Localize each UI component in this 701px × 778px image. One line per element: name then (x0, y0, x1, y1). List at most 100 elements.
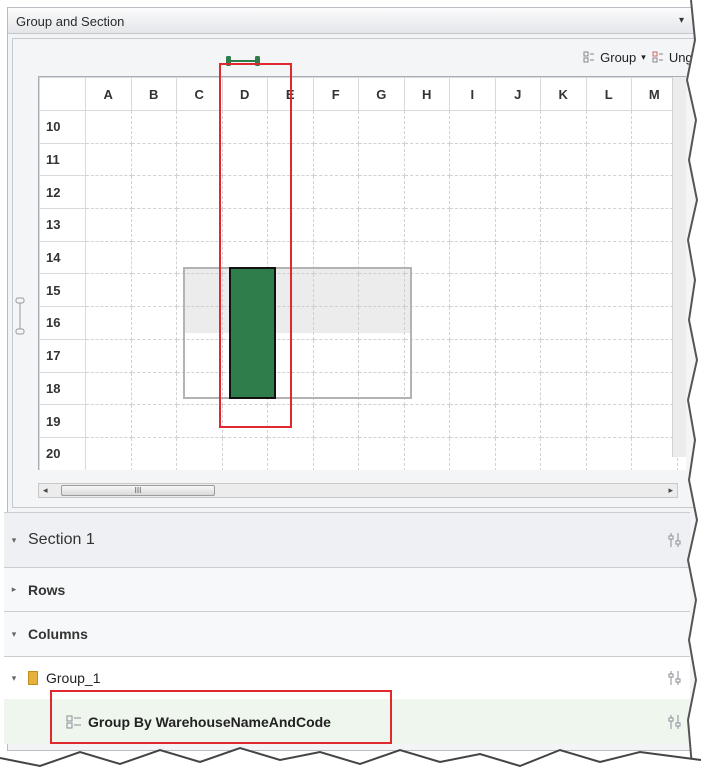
grid-cell[interactable] (585, 240, 632, 275)
row-header[interactable]: 10 (39, 110, 86, 144)
grid-cell[interactable] (312, 371, 359, 406)
grid-cell[interactable] (631, 240, 678, 275)
grid-cell[interactable] (130, 142, 177, 177)
grid-cell[interactable] (312, 404, 359, 438)
grid-cell[interactable] (312, 142, 359, 177)
column-header[interactable]: E (267, 77, 314, 111)
grid-cell[interactable] (449, 142, 496, 177)
grid-cell[interactable] (449, 208, 496, 242)
grid-cell[interactable] (85, 371, 132, 406)
row-header[interactable]: 11 (39, 142, 86, 177)
row-header[interactable]: 14 (39, 240, 86, 275)
grid-cell[interactable] (267, 110, 314, 144)
expand-arrow-icon[interactable]: ▾ (4, 535, 24, 546)
grid-cell[interactable] (221, 404, 268, 438)
grid-cell[interactable] (176, 273, 223, 308)
spreadsheet-grid[interactable]: A B C D E F G H I J K L M 10 11 12 13 14 15 16… (38, 76, 686, 470)
grid-cell[interactable] (449, 436, 496, 470)
grid-cell[interactable] (176, 404, 223, 438)
grid-cell[interactable] (85, 338, 132, 373)
column-header[interactable]: J (494, 77, 541, 111)
grid-cell[interactable] (540, 240, 587, 275)
grid-cell[interactable] (494, 371, 541, 406)
grid-cell[interactable] (585, 404, 632, 438)
grid-cell[interactable] (631, 110, 678, 144)
grid-cell[interactable] (631, 273, 678, 308)
column-group-handle-icon[interactable] (223, 53, 263, 69)
grid-cell[interactable] (130, 208, 177, 242)
grid-cell[interactable] (631, 175, 678, 210)
column-header[interactable]: M (631, 77, 678, 111)
grid-cell[interactable] (176, 436, 223, 470)
grid-cell[interactable] (85, 273, 132, 308)
grid-cell[interactable] (494, 142, 541, 177)
grid-cell[interactable] (631, 404, 678, 438)
grid-cell[interactable] (540, 338, 587, 373)
row-header[interactable]: 17 (39, 338, 86, 373)
grid-cell[interactable] (403, 142, 450, 177)
column-header[interactable]: A (85, 77, 132, 111)
grid-cell[interactable] (358, 208, 405, 242)
grid-cell[interactable] (358, 436, 405, 470)
grid-cell[interactable] (312, 208, 359, 242)
grid-cell[interactable] (176, 142, 223, 177)
grid-cell[interactable] (358, 404, 405, 438)
grid-cell[interactable] (403, 175, 450, 210)
grid-cell[interactable] (312, 240, 359, 275)
grid-cell[interactable] (449, 404, 496, 438)
grid-cell[interactable] (449, 110, 496, 144)
grid-cell[interactable] (85, 142, 132, 177)
grid-cell[interactable] (130, 371, 177, 406)
grid-cell[interactable] (494, 338, 541, 373)
grid-cell[interactable] (585, 306, 632, 340)
grid-cell[interactable] (540, 306, 587, 340)
grid-cell[interactable] (130, 436, 177, 470)
grid-cell[interactable] (176, 338, 223, 373)
group-node[interactable]: ▾ Group_1 (4, 657, 690, 699)
grid-cell[interactable] (312, 436, 359, 470)
grid-cell[interactable] (585, 110, 632, 144)
grid-cell[interactable] (540, 110, 587, 144)
grid-cell[interactable] (449, 306, 496, 340)
grid-cell[interactable] (267, 175, 314, 210)
row-header[interactable]: 13 (39, 208, 86, 242)
grid-cell[interactable] (494, 404, 541, 438)
grid-cell[interactable] (403, 208, 450, 242)
grid-cell[interactable] (494, 110, 541, 144)
grid-cell[interactable] (358, 306, 405, 340)
column-header[interactable]: B (130, 77, 177, 111)
expand-arrow-icon[interactable]: ▾ (4, 629, 24, 640)
expand-arrow-icon[interactable]: ▾ (4, 673, 24, 684)
horizontal-scrollbar[interactable]: ◂ III ▸ (38, 483, 678, 498)
grid-cell[interactable] (403, 404, 450, 438)
column-header[interactable]: D (221, 77, 268, 111)
grid-cell[interactable] (403, 371, 450, 406)
grid-cell[interactable] (130, 175, 177, 210)
column-header[interactable]: H (403, 77, 450, 111)
grid-cell[interactable] (631, 338, 678, 373)
row-header[interactable]: 15 (39, 273, 86, 308)
scroll-left-arrow-icon[interactable]: ◂ (43, 485, 48, 496)
column-header[interactable]: I (449, 77, 496, 111)
grid-cell[interactable] (176, 306, 223, 340)
section-header[interactable]: ▾ Section 1 (4, 512, 690, 568)
column-header[interactable]: K (540, 77, 587, 111)
grid-cell[interactable] (631, 306, 678, 340)
grid-cell[interactable] (312, 110, 359, 144)
grid-cell[interactable] (540, 208, 587, 242)
grid-cell[interactable] (358, 110, 405, 144)
grid-cell[interactable] (585, 142, 632, 177)
grid-cell[interactable] (358, 142, 405, 177)
grid-cell[interactable] (176, 208, 223, 242)
grid-cell[interactable] (267, 142, 314, 177)
grid-cell[interactable] (85, 110, 132, 144)
grid-cell[interactable] (585, 338, 632, 373)
grid-cell[interactable] (585, 436, 632, 470)
rows-header[interactable]: ▸ Rows (4, 568, 690, 612)
column-header[interactable]: F (312, 77, 359, 111)
row-header[interactable]: 19 (39, 404, 86, 438)
grid-cell[interactable] (130, 404, 177, 438)
grid-cell[interactable] (267, 208, 314, 242)
grid-cell[interactable] (358, 371, 405, 406)
grid-cell[interactable] (176, 110, 223, 144)
